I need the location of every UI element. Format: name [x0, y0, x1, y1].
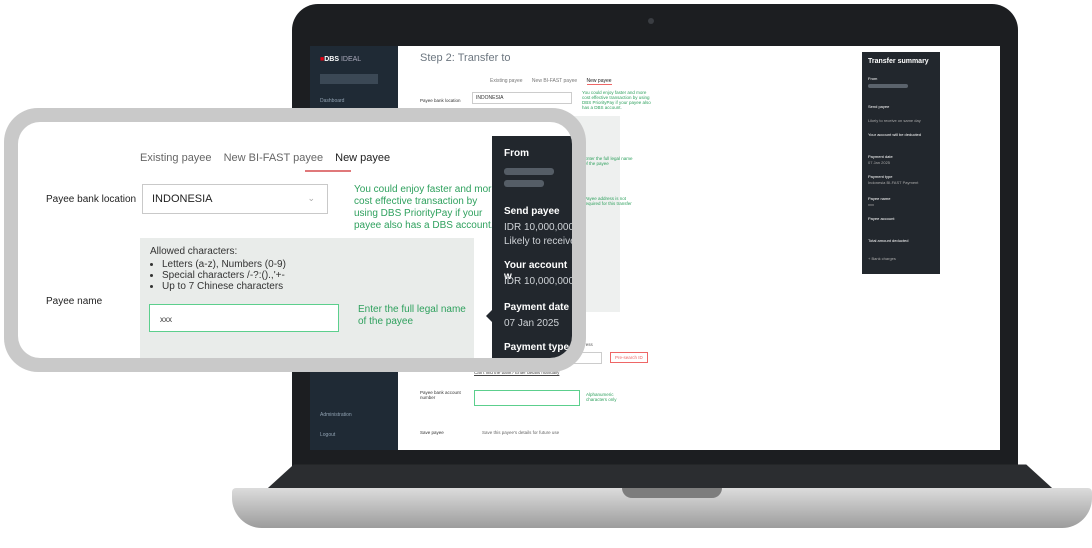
laptop-keyboard: [265, 464, 1055, 491]
summary-send-sub: Likely to receive on same day: [868, 118, 921, 123]
allowed-item: Up to 7 Chinese characters: [162, 281, 286, 292]
redacted-value: [504, 168, 554, 175]
redacted-value: [504, 180, 544, 187]
summary-send-payee: Send payee: [868, 104, 890, 109]
zoom-tab-new-payee[interactable]: New payee: [335, 152, 390, 164]
tab-existing-payee[interactable]: Existing payee: [490, 78, 523, 84]
allowed-item: Letters (a-z), Numbers (0-9): [162, 259, 286, 270]
tab-new-bifast-payee[interactable]: New BI-FAST payee: [532, 78, 577, 84]
tab-new-payee[interactable]: New payee: [586, 78, 612, 85]
transfer-summary: Transfer summary From Send payee Likely …: [862, 52, 940, 274]
zoom-summary-send-payee: Send payee: [504, 206, 560, 217]
zoom-side-note: You could enjoy faster and more cost eff…: [354, 184, 498, 231]
zoom-summary-payment-type: Payment type: [504, 342, 570, 353]
zoom-payee-name-label: Payee name: [46, 296, 103, 307]
dbs-logo: ■DBS IDEAL: [320, 56, 362, 63]
active-tab-underline: [305, 170, 351, 172]
account-hint: Alphanumeric characters only: [586, 392, 617, 402]
summary-payment-type: Payment type: [868, 174, 893, 179]
account-number-input[interactable]: [474, 390, 580, 406]
summary-title: Transfer summary: [868, 58, 929, 65]
zoom-summary-send-sub: Likely to receive: [504, 236, 572, 247]
camera: [648, 18, 654, 24]
summary-payee-account: Payee account: [868, 216, 895, 221]
bank-location-label: Payee bank location: [420, 98, 461, 103]
summary-payment-date-value: 07 Jan 2025: [868, 160, 891, 165]
laptop-notch: [622, 488, 722, 498]
summary-total: Total amount deducted: [868, 238, 909, 243]
step-title: Step 2: Transfer to: [420, 52, 511, 64]
summary-from: From: [868, 76, 878, 81]
pre-search-button[interactable]: Pre-search ID: [610, 352, 648, 363]
zoom-summary-account-amount: IDR 10,000,000: [504, 276, 572, 287]
payee-tabs: Existing payee New BI-FAST payee New pay…: [490, 78, 620, 85]
sidebar-item-administration[interactable]: Administration: [320, 412, 352, 418]
account-selector[interactable]: [320, 74, 378, 84]
zoom-summary-from: From: [504, 148, 529, 159]
save-payee-label: Save payee: [420, 430, 444, 435]
redacted-value: [868, 84, 908, 88]
summary-payment-type-value: Indonesia BI-FAST Payment: [868, 180, 919, 185]
side-note: You could enjoy faster and more cost eff…: [582, 90, 651, 110]
zoom-allowed-characters-panel: Allowed characters: Letters (a-z), Numbe…: [140, 238, 474, 358]
summary-payee-name: Payee name: [868, 196, 891, 201]
allowed-title: Allowed characters:: [150, 246, 238, 257]
zoom-summary-send-amount: IDR 10,000,000: [504, 222, 572, 233]
save-payee-checkbox[interactable]: Save this payee's details for future use: [482, 430, 559, 435]
zoom-tab-existing-payee[interactable]: Existing payee: [140, 152, 212, 164]
zoom-panel: Existing payee New BI-FAST payee New pay…: [18, 122, 572, 358]
zoom-tab-new-bifast-payee[interactable]: New BI-FAST payee: [224, 152, 323, 164]
zoom-bank-location-select[interactable]: INDONESIA ⌄: [142, 184, 328, 214]
bank-location-select[interactable]: INDONESIA: [472, 92, 572, 104]
zoom-summary-payment-date: Payment date: [504, 302, 570, 313]
zoom-callout: Existing payee New BI-FAST payee New pay…: [4, 108, 586, 372]
zoom-payee-name-input[interactable]: xxx: [149, 304, 339, 332]
zoom-summary-payment-date-value: 07 Jan 2025: [504, 318, 560, 329]
summary-account-deducted: Your account will be deducted: [868, 132, 921, 137]
summary-payee-name-value: xxx: [868, 202, 874, 207]
account-number-label: Payee bank account number: [420, 390, 461, 400]
laptop-base: [232, 488, 1092, 528]
address-hint: Payee address is not required for this t…: [584, 196, 632, 206]
zoom-tabs: Existing payee New BI-FAST payee New pay…: [140, 152, 399, 164]
chevron-down-icon: ⌄: [307, 193, 315, 203]
summary-bank-charges: + Bank charges: [868, 256, 896, 261]
name-hint: Enter the full legal name of the payee: [584, 156, 633, 166]
summary-payment-date: Payment date: [868, 154, 893, 159]
allowed-characters: Allowed characters: Letters (a-z), Numbe…: [150, 246, 286, 292]
sidebar-item-logout[interactable]: Logout: [320, 432, 335, 438]
allowed-item: Special characters /-?:().,'+-: [162, 270, 286, 281]
zoom-name-hint: Enter the full legal name of the payee: [358, 304, 466, 327]
zoom-bank-location-label: Payee bank location: [46, 194, 137, 205]
sidebar-item-dashboard[interactable]: Dashboard: [320, 98, 344, 104]
zoom-transfer-summary: From Send payee IDR 10,000,000 Likely to…: [492, 136, 572, 358]
